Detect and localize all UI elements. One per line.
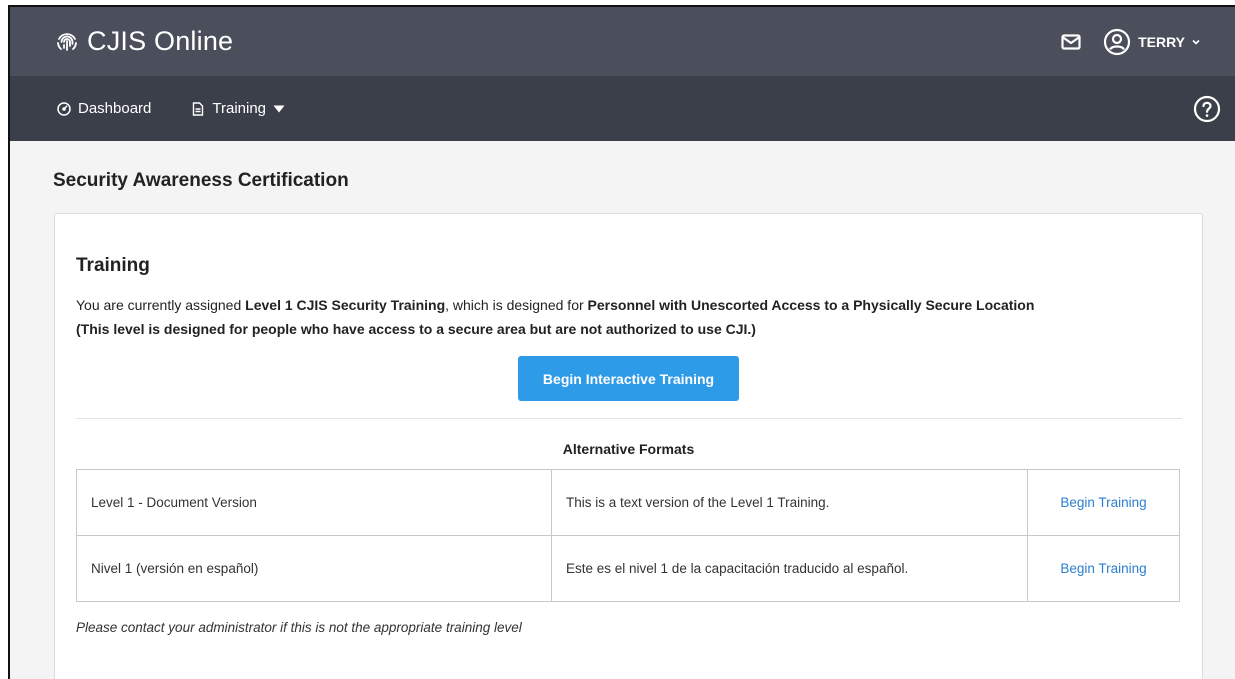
user-menu[interactable]: TERRY [1103, 28, 1201, 56]
begin-training-link[interactable]: Begin Training [1060, 561, 1146, 576]
begin-interactive-training-button[interactable]: Begin Interactive Training [518, 356, 739, 401]
nav-training-label: Training [212, 100, 267, 117]
contact-administrator-note: Please contact your administrator if thi… [76, 620, 522, 635]
brand[interactable]: CJIS Online [55, 26, 233, 57]
format-action-cell: Begin Training [1027, 469, 1180, 536]
user-circle-icon [1103, 28, 1131, 56]
app-frame: CJIS Online TERRY Dashboard Training Sec… [8, 5, 1235, 679]
alternative-formats-table: Level 1 - Document Version This is a tex… [76, 469, 1180, 602]
nav-bar: Dashboard Training [10, 76, 1235, 141]
page-title: Security Awareness Certification [53, 170, 349, 191]
fingerprint-icon [55, 30, 79, 54]
top-bar: CJIS Online TERRY [10, 7, 1235, 76]
user-name: TERRY [1138, 33, 1185, 50]
format-description: This is a text version of the Level 1 Tr… [551, 469, 1028, 536]
training-level: Level 1 CJIS Security Training [245, 297, 446, 313]
begin-training-link[interactable]: Begin Training [1060, 495, 1146, 510]
top-right-controls: TERRY [1061, 28, 1201, 56]
nav-item-dashboard[interactable]: Dashboard [57, 100, 151, 117]
help-circle-icon[interactable] [1193, 95, 1221, 123]
training-card: Training You are currently assigned Leve… [54, 213, 1203, 679]
table-row: Nivel 1 (versión en español) Este es el … [76, 535, 1180, 602]
alternative-formats-title: Alternative Formats [562, 441, 695, 457]
speedometer-icon [57, 101, 71, 116]
training-level-note: (This level is designed for people who h… [76, 321, 756, 337]
card-heading: Training [76, 255, 150, 276]
format-name: Nivel 1 (versión en español) [76, 535, 552, 602]
mail-icon[interactable] [1061, 33, 1081, 50]
divider [76, 418, 1182, 419]
training-description: You are currently assigned Level 1 CJIS … [76, 293, 1186, 341]
caret-down-icon [273, 105, 285, 113]
desc-prefix: You are currently assigned [76, 297, 246, 313]
nav-item-training[interactable]: Training [191, 100, 285, 117]
table-row: Level 1 - Document Version This is a tex… [76, 469, 1180, 536]
format-name: Level 1 - Document Version [76, 469, 552, 536]
nav-dashboard-label: Dashboard [78, 100, 152, 117]
training-audience: Personnel with Unescorted Access to a Ph… [587, 297, 1035, 313]
chevron-down-icon [1191, 37, 1201, 47]
format-action-cell: Begin Training [1027, 535, 1180, 602]
desc-middle: , which is designed for [445, 297, 588, 313]
document-icon [191, 101, 205, 116]
app-title: CJIS Online [87, 26, 234, 56]
format-description: Este es el nivel 1 de la capacitación tr… [551, 535, 1028, 602]
